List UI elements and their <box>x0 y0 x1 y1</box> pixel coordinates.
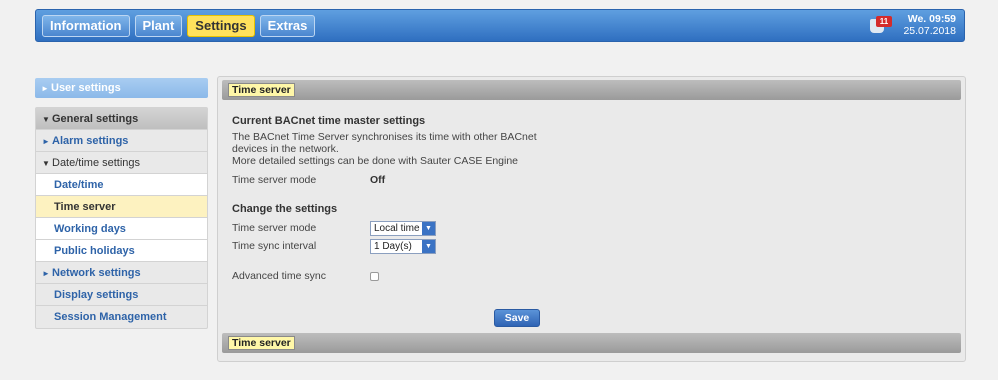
sidebar-item-user-settings[interactable]: ► User settings <box>35 78 208 98</box>
panel-title: Time server <box>228 83 295 97</box>
advanced-sync-label: Advanced time sync <box>232 270 326 282</box>
chevron-down-icon: ▼ <box>42 115 50 124</box>
chevron-down-icon: ▼ <box>42 159 50 168</box>
main-tabs: Information Plant Settings Extras <box>42 15 316 37</box>
sidebar-item-datetime[interactable]: Date/time <box>36 174 207 196</box>
sidebar-item-public-holidays[interactable]: Public holidays <box>36 240 207 262</box>
mode-select-row: Time server mode Local time ▼ <box>232 219 952 237</box>
sidebar-item-general-settings[interactable]: ▼ General settings <box>36 108 207 130</box>
sidebar-item-network-settings[interactable]: ► Network settings <box>36 262 207 284</box>
advanced-sync-row: Advanced time sync <box>232 267 952 285</box>
current-mode-row: Time server mode Off <box>232 171 952 189</box>
description-line-1: The BACnet Time Server synchronises its … <box>232 131 537 143</box>
description-line-2: devices in the network. <box>232 143 339 155</box>
tab-information[interactable]: Information <box>42 15 130 37</box>
sidebar-item-label: Alarm settings <box>52 135 129 147</box>
sidebar-item-label: Date/time settings <box>52 157 141 169</box>
alarm-count-badge: 11 <box>876 16 892 27</box>
clock-day-time: We. 09:59 <box>907 13 956 25</box>
current-mode-value: Off <box>370 174 386 186</box>
sidebar-item-alarm-settings[interactable]: ► Alarm settings <box>36 130 207 152</box>
sidebar-item-label: Network settings <box>52 267 141 279</box>
save-button[interactable]: Save <box>494 309 540 327</box>
panel-footer: Time server <box>222 333 961 353</box>
mode-select-label: Time server mode <box>232 222 317 234</box>
time-sync-interval-select[interactable]: 1 Day(s) ▼ <box>370 238 436 254</box>
sidebar-nav: ▼ General settings ► Alarm settings ▼ Date/… <box>35 107 208 329</box>
chevron-down-icon[interactable]: ▼ <box>422 221 435 235</box>
sidebar-item-session-management[interactable]: Session Management <box>36 306 207 328</box>
alarm-bell-icon[interactable]: 11 <box>866 15 892 37</box>
panel-header: Time server <box>222 80 961 100</box>
panel-content: Current BACnet time master settings The … <box>232 115 952 285</box>
sidebar-item-time-server[interactable]: Time server <box>36 196 207 218</box>
sync-interval-label: Time sync interval <box>232 240 317 252</box>
tab-extras[interactable]: Extras <box>259 15 316 37</box>
clock: We. 09:59 25.07.2018 <box>903 13 956 37</box>
chevron-right-icon: ► <box>42 269 50 278</box>
sync-interval-row: Time sync interval 1 Day(s) ▼ <box>232 237 952 255</box>
description-line-3: More detailed settings can be done with … <box>232 155 519 167</box>
sidebar-item-display-settings[interactable]: Display settings <box>36 284 207 306</box>
chevron-right-icon: ► <box>41 84 49 93</box>
clock-date: 25.07.2018 <box>903 25 956 37</box>
chevron-right-icon: ► <box>42 137 50 146</box>
select-value: Local time <box>374 222 420 234</box>
time-server-mode-select[interactable]: Local time ▼ <box>370 220 436 236</box>
sidebar-item-working-days[interactable]: Working days <box>36 218 207 240</box>
change-settings-heading: Change the settings <box>232 203 338 215</box>
sidebar-item-label: General settings <box>52 113 139 125</box>
current-mode-label: Time server mode <box>232 174 317 186</box>
sidebar-item-label: User settings <box>51 82 121 94</box>
sidebar-item-datetime-settings[interactable]: ▼ Date/time settings <box>36 152 207 174</box>
current-settings-heading: Current BACnet time master settings <box>232 115 426 127</box>
time-server-panel: Time server Current BACnet time master s… <box>217 76 966 362</box>
top-navigation-bar: Information Plant Settings Extras 11 We.… <box>35 9 965 42</box>
advanced-time-sync-checkbox[interactable] <box>370 271 379 281</box>
tab-plant[interactable]: Plant <box>134 15 183 37</box>
chevron-down-icon[interactable]: ▼ <box>422 239 435 253</box>
select-value: 1 Day(s) <box>374 240 412 252</box>
panel-footer-title: Time server <box>228 336 295 350</box>
tab-settings[interactable]: Settings <box>187 15 255 37</box>
